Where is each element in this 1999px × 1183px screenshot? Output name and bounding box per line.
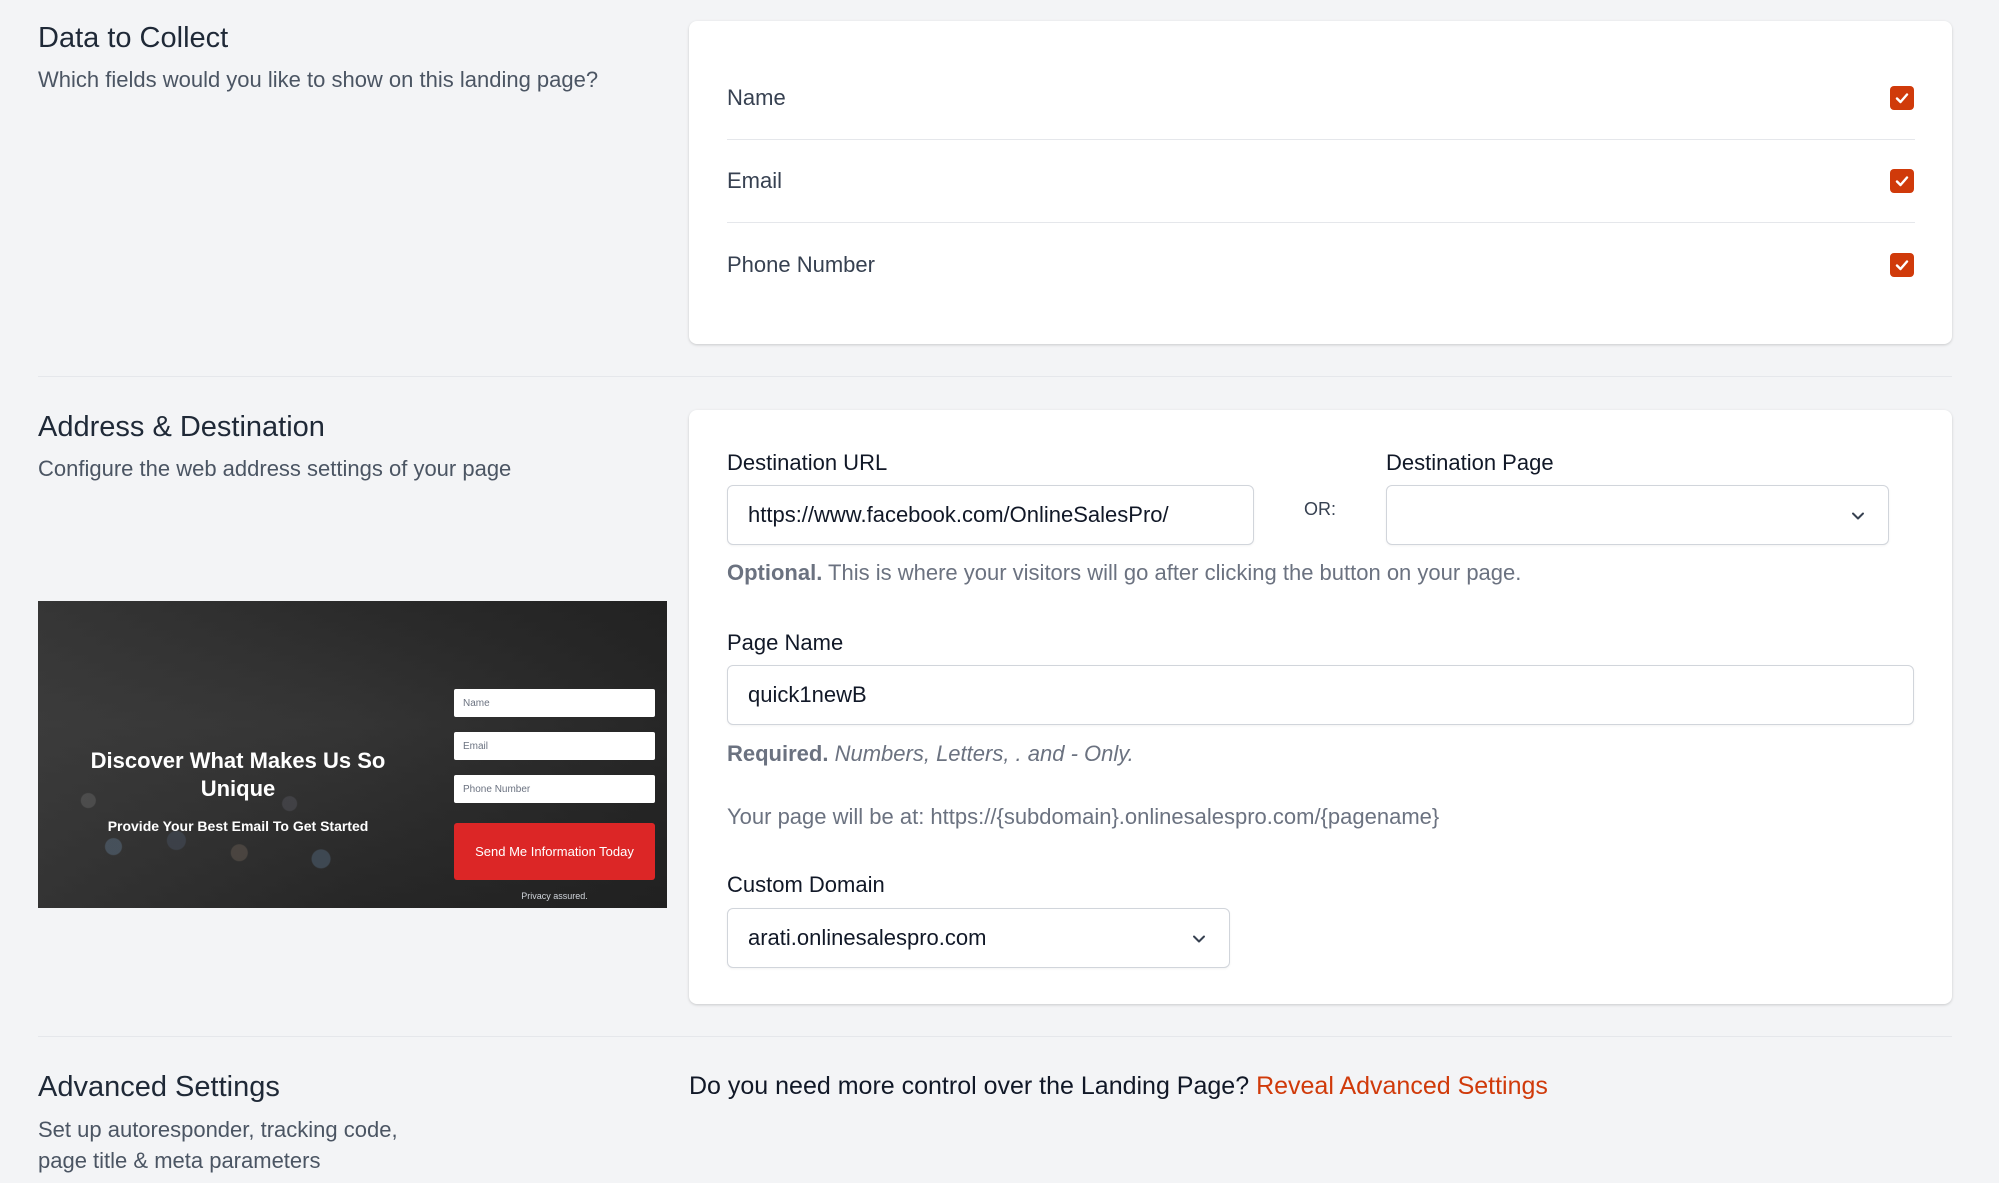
preview-subheadline: Provide Your Best Email To Get Started	[107, 818, 369, 834]
divider	[38, 1036, 1952, 1037]
chevron-down-icon	[1193, 935, 1205, 943]
custom-domain-select[interactable]: arati.onlinesalespro.com	[727, 908, 1230, 968]
address-description: Configure the web address settings of yo…	[38, 456, 512, 481]
custom-domain-label: Custom Domain	[727, 872, 885, 897]
divider	[38, 376, 1952, 377]
check-icon	[1895, 259, 1909, 270]
destination-page-select[interactable]	[1386, 485, 1889, 545]
advanced-prompt-row: Do you need more control over the Landin…	[689, 1072, 1548, 1101]
destination-hint: Optional. This is where your visitors wi…	[727, 560, 1521, 586]
page-name-value: quick1newB	[748, 682, 867, 707]
page-name-hint: Required. Numbers, Letters, . and - Only…	[727, 741, 1134, 767]
phone-checkbox[interactable]	[1890, 252, 1914, 277]
chevron-down-icon	[1852, 512, 1864, 520]
field-row-email[interactable]: Email	[727, 140, 1915, 223]
preview-phone-input: Phone Number	[454, 775, 655, 803]
advanced-description-line2: page title & meta parameters	[38, 1148, 321, 1173]
destination-url-input[interactable]: https://www.facebook.com/OnlineSalesPro/	[727, 485, 1254, 545]
check-icon	[1895, 93, 1909, 104]
preview-headline: Discover What Makes Us So Unique	[90, 748, 386, 801]
landing-page-preview: Discover What Makes Us So Unique Provide…	[38, 601, 667, 908]
reveal-advanced-settings-link[interactable]: Reveal Advanced Settings	[1256, 1072, 1548, 1100]
field-row-name[interactable]: Name	[727, 57, 1915, 140]
destination-hint-text: This is where your visitors will go afte…	[828, 560, 1522, 585]
field-label-phone: Phone Number	[727, 251, 875, 277]
or-label: OR:	[1304, 499, 1337, 519]
destination-url-value: https://www.facebook.com/OnlineSalesPro/	[748, 502, 1169, 527]
data-collect-description: Which fields would you like to show on t…	[38, 67, 599, 92]
email-checkbox[interactable]	[1890, 169, 1914, 193]
page-name-input[interactable]: quick1newB	[727, 665, 1914, 725]
advanced-description-line1: Set up autoresponder, tracking code,	[38, 1117, 398, 1142]
advanced-prompt: Do you need more control over the Landin…	[689, 1072, 1250, 1100]
preview-submit-button: Send Me Information Today	[454, 823, 655, 880]
name-checkbox[interactable]	[1890, 86, 1914, 110]
field-label-name: Name	[727, 85, 786, 110]
custom-domain-value: arati.onlinesalespro.com	[748, 925, 987, 950]
field-label-email: Email	[727, 168, 783, 193]
page-name-hint-italic: Numbers, Letters, . and - Only.	[834, 741, 1134, 766]
destination-url-label: Destination URL	[727, 450, 888, 475]
address-title: Address & Destination	[38, 411, 325, 443]
preview-name-input: Name	[454, 689, 655, 717]
field-row-phone[interactable]: Phone Number	[727, 223, 1915, 306]
advanced-title: Advanced Settings	[38, 1071, 280, 1103]
destination-hint-bold: Optional.	[727, 560, 823, 585]
preview-email-input: Email	[454, 732, 655, 760]
page-name-hint-bold: Required.	[727, 741, 829, 766]
data-collect-title: Data to Collect	[38, 22, 229, 54]
page-url-hint: Your page will be at: https://{subdomain…	[727, 804, 1440, 829]
destination-page-label: Destination Page	[1386, 450, 1554, 475]
check-icon	[1895, 176, 1909, 187]
page-name-label: Page Name	[727, 630, 844, 655]
preview-privacy-text: Privacy assured.	[521, 891, 588, 901]
